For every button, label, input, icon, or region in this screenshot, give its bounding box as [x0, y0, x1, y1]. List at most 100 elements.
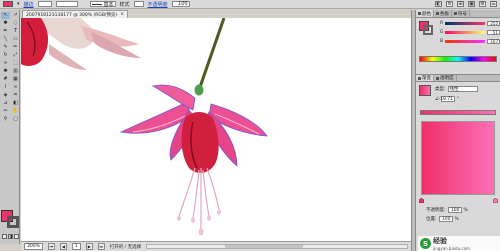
- color-mode-button[interactable]: [2, 234, 7, 239]
- fill-stroke-indicator[interactable]: [1, 210, 19, 228]
- tab-swatches[interactable]: 色板: [434, 10, 452, 17]
- magic-wand-tool-icon[interactable]: ✱: [1, 20, 10, 27]
- slice-tool-icon[interactable]: ⊿: [1, 100, 10, 107]
- transparency-panel-icon: [436, 76, 439, 80]
- blue-channel-value[interactable]: 107: [487, 39, 500, 44]
- blue-channel-row: B 107: [440, 39, 500, 44]
- gradient-slider[interactable]: [420, 110, 496, 115]
- last-artboard-icon[interactable]: ⏭: [97, 243, 105, 250]
- gradient-location-unit: %: [454, 216, 459, 222]
- stroke-label[interactable]: 描边: [24, 1, 34, 8]
- paintbrush-tool-icon[interactable]: ✎: [1, 44, 10, 51]
- gradient-preview: [421, 121, 495, 195]
- green-channel-slider[interactable]: [445, 31, 485, 34]
- line-tool-icon[interactable]: ╲: [1, 36, 10, 43]
- stamen-tips: [177, 209, 221, 236]
- color-stroke-preview[interactable]: [423, 25, 433, 35]
- variable-width-profile-dropdown[interactable]: [55, 1, 78, 7]
- green-channel-value[interactable]: 51: [487, 30, 500, 35]
- stroke-weight-field[interactable]: [37, 1, 52, 7]
- gradient-opacity-field[interactable]: 100: [447, 207, 462, 213]
- graph-tool-icon[interactable]: ▥: [11, 68, 20, 75]
- previous-artboard-icon[interactable]: ◀: [59, 243, 67, 250]
- opacity-label[interactable]: 不透明度: [148, 1, 168, 8]
- tools-panel: ↖ ↗ ✱ ◌ ✒ T ╲ ▭ ✎ ✏ ↻ ⤢ ≈ ⬚ ✺ ▥ # ▦ ⌇ ∞ ◈ ⌗ ⊿ ◧ ✂ ✋ ⚲ ▢: [0, 10, 20, 244]
- tab-transparency[interactable]: 透明度: [434, 75, 457, 81]
- tab-gradient[interactable]: 渐变: [416, 75, 434, 81]
- pencil-tool-icon[interactable]: ✏: [11, 44, 20, 51]
- rectangle-tool-icon[interactable]: ▭: [11, 36, 20, 43]
- rotate-tool-icon[interactable]: ↻: [1, 52, 10, 59]
- none-mode-button[interactable]: [14, 234, 19, 239]
- live-paint-tool-icon[interactable]: ◈: [1, 92, 10, 99]
- transform-icon[interactable]: ⊞: [457, 1, 464, 7]
- pen-tool-icon[interactable]: ✒: [1, 28, 10, 35]
- blend-tool-icon[interactable]: ∞: [11, 84, 20, 91]
- isolate-group-icon[interactable]: ▣: [468, 1, 475, 7]
- gradient-type-dropdown[interactable]: 线性: [447, 86, 478, 92]
- mesh-tool-icon[interactable]: #: [1, 76, 10, 83]
- recolor-artwork-icon[interactable]: ◐: [435, 1, 442, 7]
- warp-tool-icon[interactable]: ≈: [1, 60, 10, 67]
- color-spectrum-bar[interactable]: [419, 56, 497, 62]
- color-mode-buttons: [2, 234, 19, 239]
- color-panel: R 255 G 51 B 107: [416, 18, 500, 64]
- tab-symbols[interactable]: 符号: [452, 10, 470, 17]
- selection-tool-icon[interactable]: ↖: [1, 12, 10, 19]
- control-bar: ▾ 描边 基本 样式 不透明度 100 ◐ ≡ ⊞ ▣ ⚙ ☰: [0, 0, 500, 9]
- print-tiling-tool-icon[interactable]: ▢: [11, 116, 20, 123]
- angle-unit: °: [457, 96, 460, 102]
- close-icon[interactable]: ×: [120, 12, 124, 17]
- horizontal-scrollbar[interactable]: [146, 244, 408, 249]
- gradient-opacity-row: 不透明度: 100 %: [426, 207, 468, 213]
- hand-tool-icon[interactable]: ✋: [11, 108, 20, 115]
- style-label: 样式: [119, 1, 130, 8]
- opacity-field[interactable]: 100: [171, 1, 190, 7]
- scrollbar-thumb[interactable]: [225, 245, 304, 248]
- gradient-mode-button[interactable]: [8, 234, 13, 239]
- gradient-angle-row: ∠ -18.71 °: [435, 96, 459, 102]
- red-channel-value[interactable]: 255: [487, 21, 500, 26]
- red-channel-slider[interactable]: [445, 22, 485, 25]
- blue-channel-slider[interactable]: [445, 40, 485, 43]
- fill-color-swatch[interactable]: [3, 1, 13, 7]
- lasso-tool-icon[interactable]: ◌: [11, 20, 20, 27]
- gradient-panel-icon: [418, 76, 421, 80]
- color-panel-icon: [418, 12, 421, 15]
- eraser-tool-icon[interactable]: ◧: [11, 100, 20, 107]
- next-artboard-icon[interactable]: ▶: [85, 243, 93, 250]
- type-tool-icon[interactable]: T: [11, 28, 20, 35]
- direct-selection-tool-icon[interactable]: ↗: [11, 12, 20, 19]
- zoom-tool-icon[interactable]: ⚲: [1, 116, 10, 123]
- document-tab[interactable]: 2007918123138177 @ 300% (RGB/预览) ×: [22, 10, 128, 18]
- gradient-thumbnail[interactable]: [419, 85, 431, 96]
- tab-color[interactable]: 颜色: [416, 10, 434, 17]
- stroke-swatch[interactable]: [7, 216, 19, 228]
- align-icon[interactable]: ≡: [446, 1, 453, 7]
- first-artboard-icon[interactable]: ⏮: [47, 243, 55, 250]
- fill-dropdown-arrow[interactable]: ▾: [17, 1, 20, 7]
- scale-tool-icon[interactable]: ⤢: [11, 52, 20, 59]
- brush-definition-dropdown[interactable]: 基本: [89, 1, 116, 8]
- gradient-location-field[interactable]: 100: [438, 216, 453, 222]
- scissors-tool-icon[interactable]: ✂: [1, 108, 10, 115]
- crop-area-tool-icon[interactable]: ⌗: [11, 92, 20, 99]
- canvas[interactable]: [21, 18, 411, 241]
- flower-stem: [197, 18, 226, 91]
- artboard-number-field[interactable]: 1: [71, 243, 81, 250]
- style-dropdown[interactable]: [133, 1, 144, 7]
- gradient-stop-start[interactable]: [419, 198, 424, 203]
- panel-menu-icon[interactable]: ☰: [490, 1, 497, 7]
- select-similar-icon[interactable]: ⚙: [479, 1, 486, 7]
- document-tab-title: 2007918123138177 @ 300% (RGB/预览): [26, 12, 118, 18]
- eyedropper-tool-icon[interactable]: ⌇: [1, 84, 10, 91]
- watermark: S 经验 jingyan.baidu.com: [418, 236, 500, 251]
- gradient-tool-icon[interactable]: ▦: [11, 76, 20, 83]
- free-transform-tool-icon[interactable]: ⬚: [11, 60, 20, 67]
- gradient-angle-field[interactable]: -18.71: [439, 96, 456, 102]
- symbol-sprayer-tool-icon[interactable]: ✺: [1, 68, 10, 75]
- status-info-text[interactable]: 打开的 / 无选择: [110, 244, 141, 250]
- right-panels: 颜色 色板 符号 R 255 G 51 B 107 渐变 透明度 类型: 线性 …: [415, 10, 500, 251]
- zoom-level-field[interactable]: 300%: [24, 243, 43, 250]
- gradient-stop-end[interactable]: [493, 198, 498, 203]
